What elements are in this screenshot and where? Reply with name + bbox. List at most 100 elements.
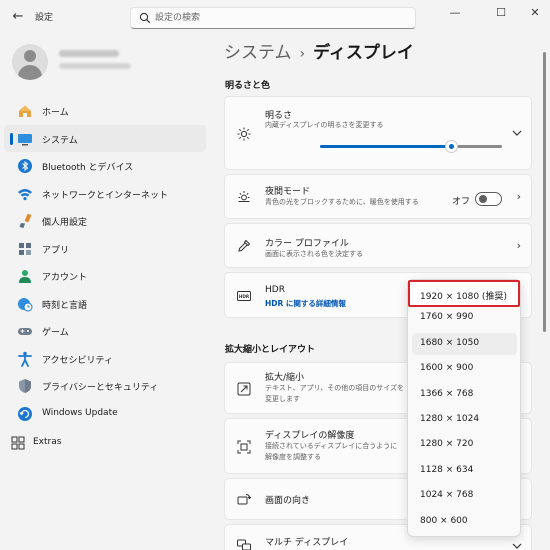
- resolution-option-label: 800 × 600: [420, 515, 468, 526]
- resolution-title: ディスプレイの解像度: [265, 431, 355, 441]
- resolution-option-label: 1280 × 720: [420, 439, 474, 450]
- sidebar-item-windows-update[interactable]: Windows Update: [4, 400, 206, 428]
- update-icon: [18, 406, 32, 421]
- sidebar-item-accessibility[interactable]: アクセシビリティ: [4, 345, 206, 373]
- sidebar-item-bluetooth[interactable]: Bluetooth とデバイス: [4, 152, 206, 180]
- resolution-option[interactable]: 1760 × 990: [412, 307, 517, 329]
- sidebar-item-label: システム: [42, 135, 78, 146]
- resolution-option[interactable]: 1920 × 1080 (推奨): [408, 280, 520, 307]
- section-title-scale-layout: 拡大縮小とレイアウト: [225, 345, 316, 355]
- sidebar-item-accounts[interactable]: アカウント: [4, 262, 206, 290]
- breadcrumb-separator: ›: [299, 46, 306, 62]
- night-light-state-label: オフ: [452, 197, 471, 207]
- brush-icon: [19, 213, 32, 228]
- search-input[interactable]: [155, 10, 405, 26]
- night-light-subtitle: 青色の光をブロックするために、暖色を使用する: [265, 198, 419, 206]
- orientation-icon: [237, 494, 251, 505]
- resolution-option[interactable]: 1366 × 768: [412, 384, 517, 406]
- sidebar-item-system[interactable]: システム: [4, 124, 206, 152]
- profile-email-blurred: [59, 63, 131, 69]
- chevron-right-icon[interactable]: ›: [517, 239, 521, 252]
- scale-subtitle-line2: 変更します: [265, 395, 300, 403]
- night-light-title: 夜間モード: [265, 187, 311, 197]
- resolution-subtitle-line2: 解像度を調整する: [265, 453, 321, 461]
- resolution-option[interactable]: 1680 × 1050: [412, 332, 517, 355]
- sidebar-item-label: プライバシーとセキュリティ: [42, 383, 159, 393]
- system-monitor-icon: [18, 133, 32, 145]
- scale-subtitle-line1: テキスト、アプリ、その他の項目のサイズを: [265, 384, 405, 392]
- account-icon: [19, 270, 31, 283]
- resolution-option-label: 1128 × 634: [420, 464, 474, 475]
- bluetooth-icon: [18, 159, 32, 173]
- app-title: 設定: [35, 13, 54, 23]
- resolution-option-label: 1760 × 990: [420, 312, 474, 323]
- chevron-down-icon[interactable]: [512, 542, 522, 550]
- night-light-card[interactable]: 夜間モード 青色の光をブロックするために、暖色を使用する オフ ›: [224, 174, 532, 219]
- sidebar-item-label: ゲーム: [42, 328, 69, 338]
- sidebar-item-gaming[interactable]: ゲーム: [4, 317, 206, 345]
- user-profile[interactable]: [12, 44, 202, 80]
- breadcrumb-parent[interactable]: システム: [224, 43, 292, 63]
- resolution-option[interactable]: 1280 × 1024: [412, 409, 517, 431]
- close-button[interactable]: ✕: [520, 4, 550, 22]
- orientation-title: 画面の向き: [265, 496, 311, 506]
- sidebar-item-home[interactable]: ホーム: [4, 97, 206, 125]
- brightness-slider-fill: [320, 145, 452, 148]
- minimize-button[interactable]: —: [440, 4, 470, 22]
- resolution-option[interactable]: 1024 × 768: [412, 485, 517, 507]
- resolution-option[interactable]: 800 × 600: [412, 511, 517, 533]
- resolution-dropdown-list[interactable]: 1920 × 1080 (推奨) 1760 × 990 1680 × 1050 160…: [407, 279, 521, 537]
- maximize-button[interactable]: ☐: [486, 4, 516, 22]
- section-title-brightness-color: 明るさと色: [225, 81, 271, 91]
- sidebar-item-label: Extras: [33, 437, 62, 447]
- color-profile-card[interactable]: カラー プロファイル 画面に表示される色を決定する ›: [224, 223, 532, 268]
- sidebar-item-privacy[interactable]: プライバシーとセキュリティ: [4, 372, 206, 400]
- hdr-learn-more-link[interactable]: HDR に関する詳細情報: [265, 298, 346, 309]
- sidebar-item-label: アプリ: [42, 245, 70, 256]
- search-box[interactable]: [130, 7, 416, 29]
- shield-icon: [19, 379, 31, 393]
- wifi-icon: [18, 188, 32, 200]
- chevron-right-icon[interactable]: ›: [517, 190, 521, 203]
- home-icon: [19, 105, 31, 117]
- sidebar-item-label: アカウント: [42, 273, 88, 283]
- sidebar-item-network[interactable]: ネットワークとインターネット: [4, 180, 206, 208]
- hdr-icon: HDR: [237, 291, 251, 301]
- resolution-option[interactable]: 1600 × 900: [412, 358, 517, 380]
- sidebar-item-time-language[interactable]: 時刻と言語: [4, 290, 206, 318]
- brightness-slider[interactable]: [320, 140, 502, 153]
- multi-display-title: マルチ ディスプレイ: [265, 538, 349, 548]
- resolution-option-label: 1024 × 768: [420, 490, 474, 501]
- color-profile-subtitle: 画面に表示される色を決定する: [265, 250, 363, 258]
- eyedropper-icon: [238, 239, 251, 252]
- sidebar-item-label: アクセシビリティ: [42, 355, 114, 366]
- resolution-option[interactable]: 1280 × 720: [412, 434, 517, 456]
- brightness-icon: [237, 127, 251, 141]
- scale-title: 拡大/縮小: [265, 373, 305, 383]
- sidebar-item-label: 個人用設定: [42, 218, 88, 228]
- resolution-option[interactable]: 1128 × 634: [412, 460, 517, 482]
- avatar: [12, 44, 48, 80]
- brightness-slider-thumb[interactable]: [445, 140, 459, 153]
- chevron-down-icon[interactable]: [512, 129, 522, 137]
- color-profile-title: カラー プロファイル: [265, 239, 349, 249]
- brightness-card[interactable]: 明るさ 内蔵ディスプレイの明るさを変更する: [224, 96, 532, 170]
- sidebar-item-personalization[interactable]: 個人用設定: [4, 207, 206, 235]
- scrollbar[interactable]: [543, 52, 546, 332]
- multi-display-icon: [237, 539, 251, 550]
- night-light-icon: [238, 191, 250, 202]
- sidebar-item-label: Bluetooth とデバイス: [42, 163, 134, 173]
- hdr-title: HDR: [265, 285, 285, 295]
- brightness-subtitle: 内蔵ディスプレイの明るさを変更する: [265, 121, 384, 129]
- resolution-option-label: 1600 × 900: [420, 363, 474, 374]
- sidebar-item-apps[interactable]: アプリ: [4, 235, 206, 263]
- svg-text:HDR: HDR: [239, 294, 250, 299]
- sidebar-nav: ホーム システム Bluetooth とデバイス ネットワークとインターネット …: [4, 97, 206, 427]
- night-light-toggle[interactable]: [475, 192, 502, 206]
- sidebar-item-extras[interactable]: Extras: [4, 429, 206, 455]
- breadcrumb: システム › ディスプレイ: [224, 38, 414, 63]
- resolution-option-label: 1280 × 1024: [420, 414, 480, 424]
- back-button[interactable]: ←: [10, 9, 26, 25]
- profile-name-blurred: [59, 50, 119, 57]
- title-bar: ← 設定 — ☐ ✕: [0, 0, 550, 36]
